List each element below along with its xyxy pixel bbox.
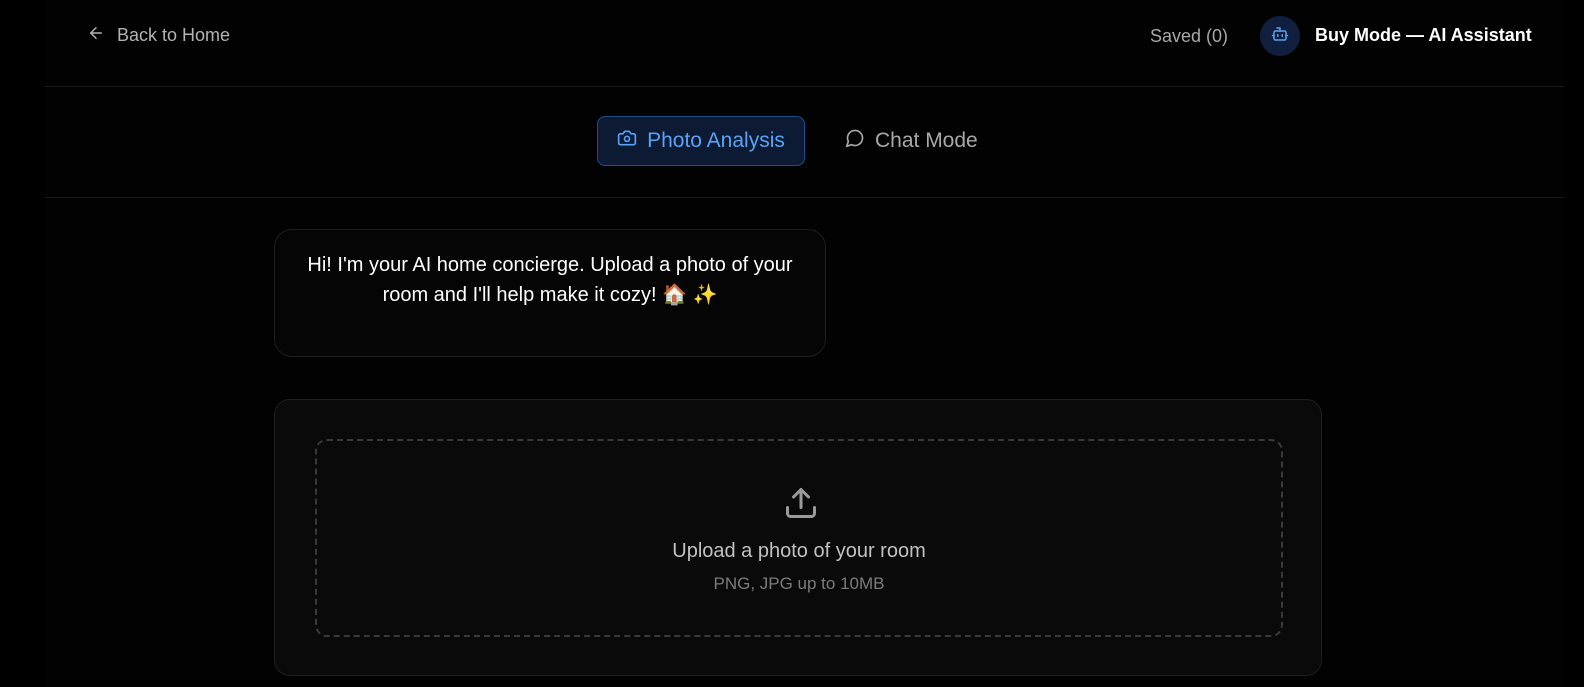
upload-file-hint: PNG, JPG up to 10MB xyxy=(713,574,885,593)
photo-dropzone[interactable]: Upload a photo of your room PNG, JPG up … xyxy=(315,439,1283,637)
top-header: Back to Home Saved (0) Buy Mode — AI Ass… xyxy=(45,0,1564,87)
back-to-home-link[interactable]: Back to Home xyxy=(87,24,230,47)
upload-title: Upload a photo of your room xyxy=(672,540,926,562)
arrow-left-icon xyxy=(87,24,105,47)
tab-chat-mode[interactable]: Chat Mode xyxy=(845,116,978,166)
chat-bubble-icon xyxy=(845,128,865,154)
app-frame: Back to Home Saved (0) Buy Mode — AI Ass… xyxy=(45,0,1564,687)
upload-panel: Upload a photo of your room PNG, JPG up … xyxy=(274,399,1322,676)
camera-icon xyxy=(617,128,637,154)
assistant-welcome-message: Hi! I'm your AI home concierge. Upload a… xyxy=(274,229,826,357)
back-to-home-label: Back to Home xyxy=(117,25,231,45)
bot-avatar xyxy=(1260,16,1300,56)
bot-icon xyxy=(1271,25,1289,48)
tab-photo-analysis[interactable]: Photo Analysis xyxy=(597,116,805,166)
mode-title: Buy Mode — AI Assistant xyxy=(1315,25,1532,45)
tab-chat-mode-label: Chat Mode xyxy=(875,129,978,152)
saved-count-button[interactable]: Saved (0) xyxy=(1150,26,1228,47)
upload-icon xyxy=(783,485,819,521)
mode-tabs: Photo Analysis Chat Mode xyxy=(45,87,1564,198)
tab-photo-analysis-label: Photo Analysis xyxy=(647,129,785,152)
